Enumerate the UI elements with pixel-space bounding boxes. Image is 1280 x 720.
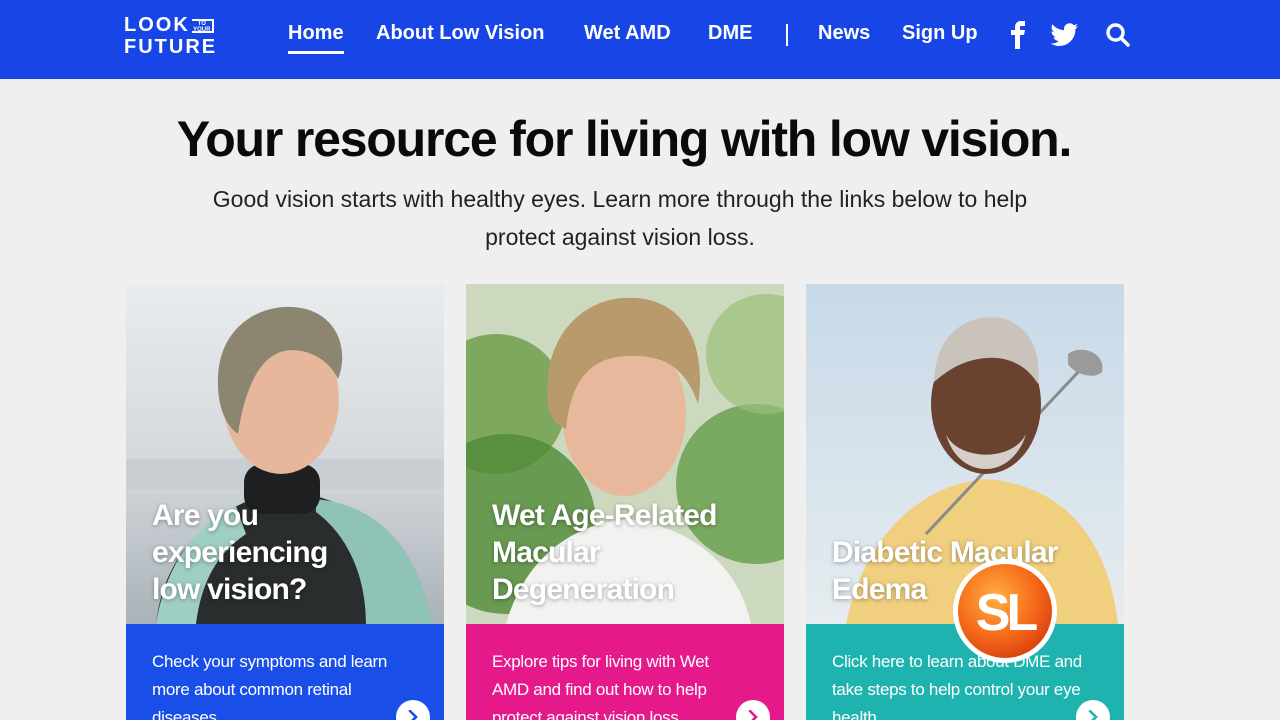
- card-title: Are you experiencing low vision?: [152, 499, 328, 606]
- nav-about-low-vision[interactable]: About Low Vision: [376, 22, 545, 45]
- nav-dme[interactable]: DME: [708, 22, 752, 45]
- search-icon[interactable]: [1103, 20, 1133, 50]
- nav-sign-up[interactable]: Sign Up: [902, 22, 978, 45]
- card-photo-woman-wetsuit: Are you experiencing low vision?: [126, 284, 444, 624]
- nav-news[interactable]: News: [818, 22, 870, 45]
- nav-home[interactable]: Home: [288, 22, 344, 54]
- site-logo[interactable]: LOOK TO YOUR FUTURE: [124, 14, 217, 58]
- page-subtitle: Good vision starts with healthy eyes. Le…: [212, 186, 1028, 250]
- card-description: Explore tips for living with Wet AMD and…: [492, 652, 709, 720]
- svg-text:SL: SL: [976, 584, 1038, 642]
- chevron-right-icon[interactable]: [396, 700, 430, 720]
- nav-wet-amd[interactable]: Wet AMD: [584, 22, 671, 45]
- card-wet-amd[interactable]: Wet Age-Related Macular Degeneration Exp…: [466, 284, 784, 720]
- twitter-icon[interactable]: [1050, 20, 1080, 50]
- card-description-panel: Check your symptoms and learn more about…: [126, 624, 444, 720]
- card-description-panel: Explore tips for living with Wet AMD and…: [466, 624, 784, 720]
- top-nav: LOOK TO YOUR FUTURE Home About Low Vision…: [0, 0, 1280, 79]
- chevron-right-icon[interactable]: [736, 700, 770, 720]
- sl-logo-watermark: SL: [950, 556, 1060, 666]
- card-low-vision[interactable]: Are you experiencing low vision? Check y…: [126, 284, 444, 720]
- card-title: Wet Age-Related Macular Degeneration: [492, 499, 718, 606]
- chevron-right-icon[interactable]: [1076, 700, 1110, 720]
- card-photo-woman-garden: Wet Age-Related Macular Degeneration: [466, 284, 784, 624]
- page-title: Your resource for living with low vision…: [176, 111, 1073, 167]
- facebook-icon[interactable]: [1003, 20, 1033, 50]
- nav-divider: [786, 24, 788, 46]
- card-description: Check your symptoms and learn more about…: [152, 652, 388, 720]
